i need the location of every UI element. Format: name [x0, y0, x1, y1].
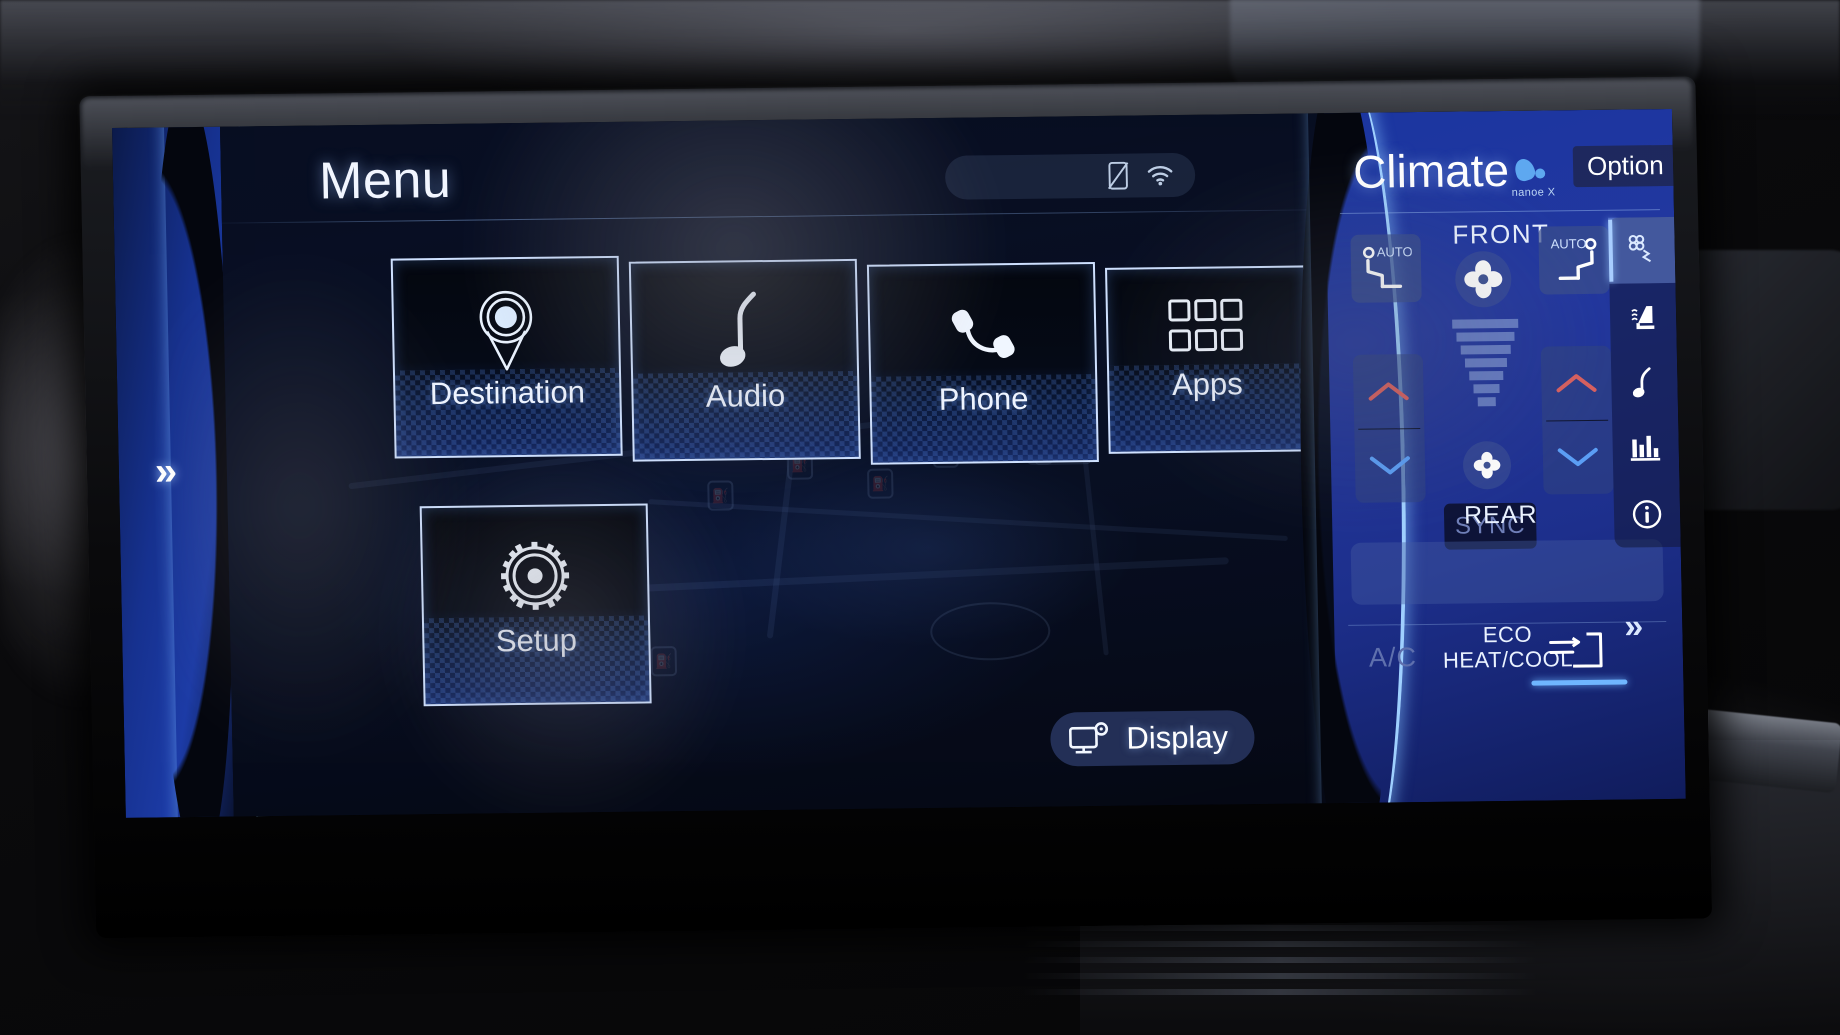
seat-auto-icon: AUTO	[1550, 236, 1597, 281]
climate-title: Climate	[1352, 143, 1510, 198]
info-icon	[1632, 500, 1662, 529]
passenger-temperature-control[interactable]	[1540, 345, 1614, 495]
front-zone-label: FRONT	[1452, 218, 1550, 250]
climate-icon-rail	[1608, 216, 1681, 548]
rear-zone-panel[interactable]	[1350, 539, 1664, 605]
svg-text:AUTO: AUTO	[1550, 236, 1586, 251]
passenger-seat-auto-button[interactable]: AUTO	[1538, 225, 1610, 295]
screenshot-root: » OW OW Dolgoprudny ⛽ ⛽ ⛽ ⛽ ⛽	[0, 0, 1840, 1035]
driver-seat-auto-button[interactable]: AUTO	[1350, 234, 1422, 303]
fan-blades-icon	[1464, 260, 1503, 299]
left-side-rail	[112, 108, 299, 818]
tile-label: Phone	[938, 380, 1029, 417]
rear-zone-label: REAR	[1463, 500, 1538, 530]
nanoe-x-logo: nanoe X	[1507, 156, 1560, 199]
tile-label: Apps	[1171, 366, 1244, 403]
page-title: Menu	[318, 150, 452, 211]
driver-temp-up-button[interactable]	[1353, 354, 1424, 428]
lcd-surface: » OW OW Dolgoprudny ⛽ ⛽ ⛽ ⛽ ⛽	[112, 108, 1686, 818]
expand-left-panel-button[interactable]: »	[154, 449, 171, 494]
tile-label: Setup	[495, 622, 578, 659]
climate-panel: Climate nanoe X Option FRONT AUTO AUTO S…	[1307, 108, 1686, 818]
driver-temp-down-button[interactable]	[1354, 428, 1425, 502]
fan-decrease-button[interactable]	[1462, 440, 1512, 490]
menu-tile-apps[interactable]: Apps	[1105, 265, 1309, 454]
climate-option-button[interactable]: Option	[1572, 144, 1679, 188]
audio-shortcut-button[interactable]	[1611, 349, 1678, 416]
wifi-icon	[1147, 166, 1173, 186]
display-settings-button[interactable]: Display	[1049, 710, 1255, 767]
monitor-gear-icon	[1068, 722, 1109, 754]
tile-label: Destination	[429, 374, 586, 412]
menu-tile-setup[interactable]: Setup	[419, 503, 652, 707]
infotainment-screen: » OW OW Dolgoprudny ⛽ ⛽ ⛽ ⛽ ⛽	[79, 76, 1713, 939]
chevron-up-icon	[1556, 373, 1597, 393]
ac-button[interactable]: A/C	[1369, 642, 1418, 674]
gear-icon	[491, 532, 579, 619]
main-panel: OW OW Dolgoprudny ⛽ ⛽ ⛽ ⛽ ⛽ ⛽ A104 Menu	[219, 113, 1338, 817]
airflow-mode-button[interactable]	[1542, 626, 1609, 679]
chevron-down-icon	[1557, 448, 1598, 467]
fan-blades-icon	[1473, 451, 1501, 479]
driver-temperature-control[interactable]	[1352, 353, 1426, 503]
seat-heater-button[interactable]	[1609, 283, 1676, 350]
menu-tile-phone[interactable]: Phone	[866, 261, 1099, 465]
climate-expand-button[interactable]: »	[1624, 607, 1639, 646]
passenger-temp-down-button[interactable]	[1542, 420, 1613, 494]
passenger-temp-up-button[interactable]	[1541, 346, 1612, 420]
status-bar	[944, 152, 1196, 200]
climate-divider	[1339, 209, 1660, 215]
tile-label: Audio	[705, 377, 786, 414]
fan-speed-indicator	[1452, 318, 1520, 411]
seat-auto-icon: AUTO	[1362, 244, 1413, 289]
seat-ventilation-button[interactable]	[1608, 216, 1676, 284]
menu-tile-destination[interactable]: Destination	[390, 255, 623, 459]
menu-tile-audio[interactable]: Audio	[628, 258, 861, 462]
music-note-icon	[1632, 367, 1651, 398]
seat-ventilation-icon	[1628, 234, 1652, 263]
airflow-active-indicator	[1531, 679, 1628, 686]
map-pin-icon	[468, 285, 544, 372]
map-roundabout	[929, 601, 1051, 662]
phone-off-icon	[1107, 161, 1129, 190]
chevron-up-icon	[1368, 382, 1409, 401]
air-vent-slats	[1020, 925, 1540, 1025]
app-grid-icon	[1166, 290, 1245, 363]
equalizer-icon	[1630, 435, 1661, 461]
chevron-down-icon	[1369, 456, 1410, 475]
fan-increase-button[interactable]	[1454, 250, 1512, 308]
nanoe-x-label: nanoe X	[1511, 186, 1556, 199]
equalizer-button[interactable]	[1612, 415, 1679, 482]
svg-text:AUTO: AUTO	[1377, 244, 1413, 259]
info-button[interactable]	[1613, 481, 1680, 548]
music-note-icon	[715, 288, 773, 375]
phone-handset-icon	[941, 291, 1023, 378]
seat-heater-icon	[1631, 305, 1655, 330]
display-button-label: Display	[1126, 719, 1229, 756]
airflow-seat-icon	[1549, 632, 1603, 668]
